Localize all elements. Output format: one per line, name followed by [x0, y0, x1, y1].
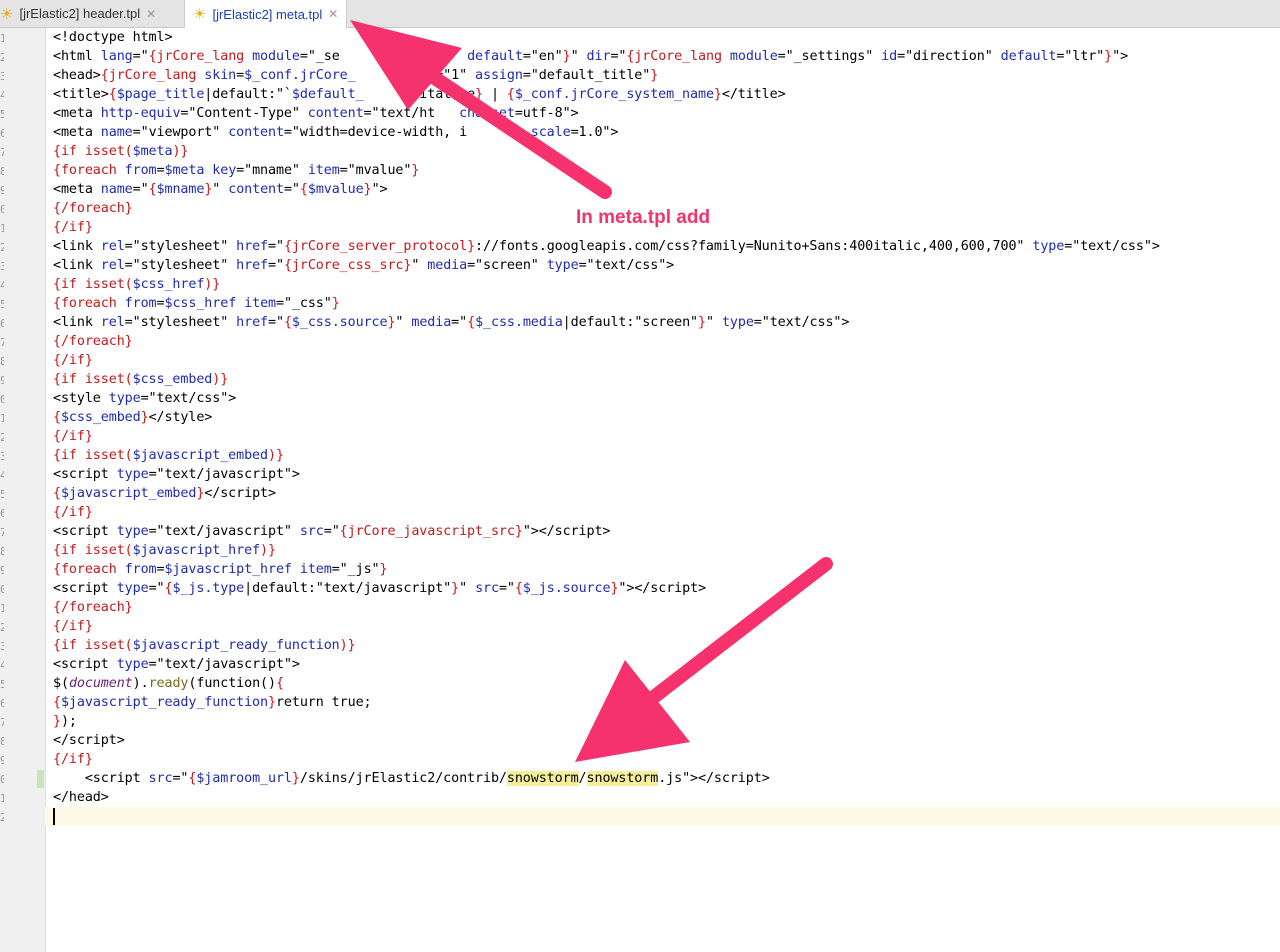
code-line[interactable]: <meta http-equiv="Content-Type" content=… — [53, 104, 1280, 123]
line-number: 9 — [0, 374, 4, 387]
code-line[interactable]: {/if} — [53, 750, 1280, 769]
code-line[interactable]: <script type="text/javascript"> — [53, 465, 1280, 484]
line-number: 9 — [0, 564, 4, 577]
line-number: 8 — [0, 165, 4, 178]
code-line[interactable]: <script type="{$_js.type|default:"text/j… — [53, 579, 1280, 598]
code-line[interactable]: </head> — [53, 788, 1280, 807]
code-line[interactable]: <link rel="stylesheet" href="{$_css.sour… — [53, 313, 1280, 332]
code-line[interactable]: {if isset($javascript_ready_function)} — [53, 636, 1280, 655]
line-number: 1 — [0, 32, 4, 45]
line-number: 3 — [0, 260, 4, 273]
code-line[interactable]: {foreach from=$css_href item="_css"} — [53, 294, 1280, 313]
line-number: 4 — [0, 659, 4, 672]
line-number: 0 — [0, 393, 4, 406]
code-editor[interactable]: <!doctype html> <html lang="{jrCore_lang … — [45, 28, 1280, 826]
line-number: 1 — [0, 602, 4, 615]
sun-icon: ☀ — [193, 6, 207, 23]
tab-label: [jrElastic2] meta.tpl — [212, 6, 323, 22]
editor-tab-bar: ☀ [jrElastic2] header.tpl ✕ ☀ [jrElastic… — [0, 0, 1280, 28]
line-number: 5 — [0, 488, 4, 501]
line-number-gutter: 1 2 3 4 5 6 7 8 9 0 1 2 3 4 5 6 7 8 9 0 1 2 3 4 5 6 7 8 9 0 1 2 3 4 5 6 7 8 9 0… — [0, 28, 46, 952]
line-number: 0 — [0, 203, 4, 216]
line-number: 1 — [0, 412, 4, 425]
code-line[interactable]: {if isset($javascript_href)} — [53, 541, 1280, 560]
code-line[interactable]: {/foreach} — [53, 332, 1280, 351]
line-number: 1 — [0, 792, 4, 805]
line-number: 3 — [0, 640, 4, 653]
line-number: 6 — [0, 127, 4, 140]
line-number: 1 — [0, 222, 4, 235]
code-line[interactable] — [45, 807, 1280, 826]
tab-label: [jrElastic2] header.tpl — [19, 6, 141, 21]
code-line[interactable]: <style type="text/css"> — [53, 389, 1280, 408]
line-number: 4 — [0, 279, 4, 292]
line-number: 0 — [0, 583, 4, 596]
code-line[interactable]: {foreach from=$javascript_href item="_js… — [53, 560, 1280, 579]
tab-header-tpl[interactable]: ☀ [jrElastic2] header.tpl ✕ — [0, 0, 164, 27]
code-line[interactable]: {/if} — [53, 351, 1280, 370]
line-number: 4 — [0, 89, 4, 102]
line-number: 8 — [0, 545, 4, 558]
code-line[interactable]: }); — [53, 712, 1280, 731]
code-line[interactable]: {$css_embed}</style> — [53, 408, 1280, 427]
line-number: 2 — [0, 431, 4, 444]
line-number: 5 — [0, 108, 4, 121]
change-marker — [37, 770, 44, 788]
code-line[interactable]: {if isset($css_href)} — [53, 275, 1280, 294]
line-number: 3 — [0, 450, 4, 463]
code-line[interactable]: $(document).ready(function(){ — [53, 674, 1280, 693]
line-number: 0 — [0, 773, 4, 786]
code-line[interactable]: {/if} — [53, 427, 1280, 446]
line-number: 9 — [0, 184, 4, 197]
code-line[interactable]: {/foreach} — [53, 598, 1280, 617]
sun-icon: ☀ — [0, 5, 14, 23]
line-number: 7 — [0, 146, 4, 159]
code-line[interactable]: <script type="text/javascript" src="{jrC… — [53, 522, 1280, 541]
code-line[interactable]: {if isset($javascript_embed)} — [53, 446, 1280, 465]
code-line[interactable]: {/if} — [53, 503, 1280, 522]
code-line[interactable]: {/if} — [53, 617, 1280, 636]
code-line[interactable]: <meta name="viewport" content="width=dev… — [53, 123, 1280, 142]
code-line[interactable]: <script src="{$jamroom_url}/skins/jrElas… — [53, 769, 1280, 788]
line-number: 7 — [0, 716, 4, 729]
close-icon[interactable]: ✕ — [146, 7, 156, 21]
tab-meta-tpl[interactable]: ☀ [jrElastic2] meta.tpl ✕ — [184, 0, 348, 28]
line-number: 8 — [0, 355, 4, 368]
code-line[interactable]: {foreach from=$meta key="mname" item="mv… — [53, 161, 1280, 180]
line-number: 2 — [0, 241, 4, 254]
text-cursor — [53, 807, 55, 825]
line-number: 7 — [0, 336, 4, 349]
line-number: 9 — [0, 754, 4, 767]
line-number: 5 — [0, 298, 4, 311]
code-line[interactable]: <head>{jrCore_lang skin=$_conf.jrCore_ i… — [53, 66, 1280, 85]
code-line[interactable]: {$javascript_embed}</script> — [53, 484, 1280, 503]
line-number: 3 — [0, 70, 4, 83]
code-line[interactable]: <html lang="{jrCore_lang module="_se d="… — [53, 47, 1280, 66]
line-number: 8 — [0, 735, 4, 748]
code-line[interactable]: <script type="text/javascript"> — [53, 655, 1280, 674]
line-number: 5 — [0, 678, 4, 691]
line-number: 2 — [0, 51, 4, 64]
code-line[interactable]: {$javascript_ready_function}return true; — [53, 693, 1280, 712]
line-number: 6 — [0, 317, 4, 330]
line-number: 2 — [0, 811, 4, 824]
code-line[interactable]: <link rel="stylesheet" href="{jrCore_ser… — [53, 237, 1280, 256]
line-number: 4 — [0, 469, 4, 482]
code-line[interactable]: {if isset($meta)} — [53, 142, 1280, 161]
line-number: 6 — [0, 507, 4, 520]
code-line[interactable]: {if isset($css_embed)} — [53, 370, 1280, 389]
code-line[interactable]: <!doctype html> — [53, 28, 1280, 47]
line-number: 2 — [0, 621, 4, 634]
close-icon[interactable]: ✕ — [328, 7, 338, 21]
code-line[interactable]: <meta name="{$mname}" content="{$mvalue}… — [53, 180, 1280, 199]
code-line[interactable]: <title>{$page_title|default:"`$default_ … — [53, 85, 1280, 104]
line-number: 7 — [0, 526, 4, 539]
annotation-text: In meta.tpl add — [576, 207, 711, 228]
code-line[interactable]: </script> — [53, 731, 1280, 750]
code-line[interactable]: <link rel="stylesheet" href="{jrCore_css… — [53, 256, 1280, 275]
line-number: 6 — [0, 697, 4, 710]
